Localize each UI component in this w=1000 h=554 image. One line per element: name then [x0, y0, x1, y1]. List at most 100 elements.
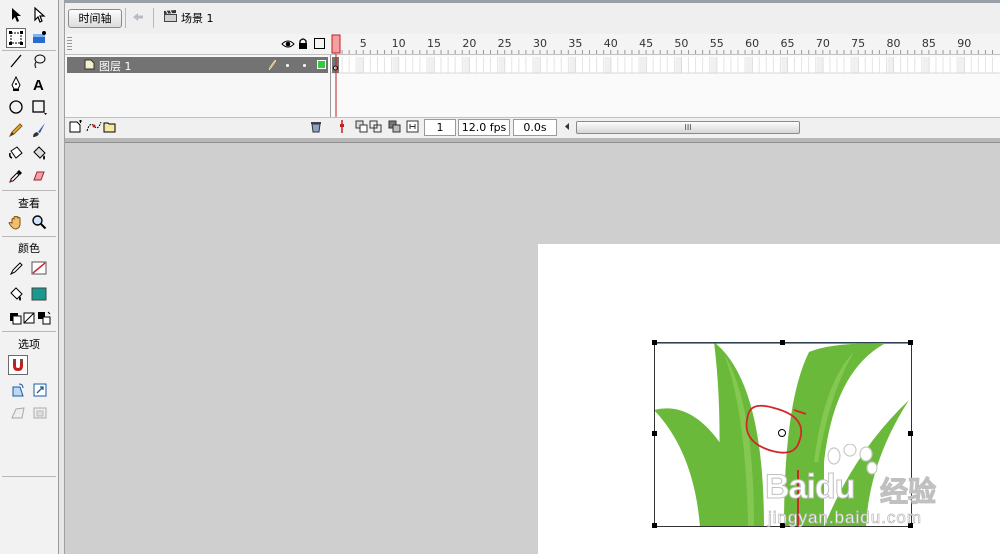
fill-color-swatch[interactable] [29, 284, 49, 304]
elapsed-time-field: 0.0s [513, 119, 557, 136]
toolbar-separator [125, 8, 126, 28]
back-arrow-icon[interactable] [130, 9, 146, 25]
ruler-label: 20 [462, 37, 476, 50]
watermark-url: jingyan.baidu.com [768, 508, 923, 528]
rotate-skew-icon[interactable] [8, 380, 28, 400]
zoom-tool-icon[interactable] [29, 212, 49, 232]
paint-bucket-tool-icon[interactable] [29, 143, 49, 163]
handle-middle-left[interactable] [652, 431, 657, 436]
delete-layer-trash-icon[interactable] [309, 120, 323, 133]
rectangle-tool-icon[interactable] [29, 97, 49, 117]
snap-to-objects-icon[interactable] [8, 355, 28, 375]
ruler-label: 45 [639, 37, 653, 50]
ruler-label: 85 [922, 37, 936, 50]
pen-tool-icon[interactable] [6, 74, 26, 94]
subselection-tool-icon[interactable] [29, 5, 49, 25]
view-section-label: 查看 [18, 197, 40, 210]
scale-icon[interactable] [30, 380, 50, 400]
stroke-color-swatch[interactable] [29, 258, 49, 278]
modify-onion-markers-icon[interactable] [406, 120, 419, 133]
frame-cell-shade [533, 57, 541, 73]
frames-grid[interactable] [331, 54, 1000, 117]
ruler-label: 60 [745, 37, 759, 50]
frame-cell-shade [746, 57, 753, 73]
ruler-label: 55 [710, 37, 724, 50]
ruler-label: 90 [957, 37, 971, 50]
ruler-label: 70 [816, 37, 830, 50]
eyedropper-tool-icon[interactable] [6, 166, 26, 186]
layer-name[interactable]: 图层 1 [99, 58, 132, 74]
ruler-label: 40 [604, 37, 618, 50]
ruler-label: 15 [427, 37, 441, 50]
onion-skin-icon[interactable] [355, 120, 368, 133]
stroke-color-pencil-icon [6, 258, 26, 278]
timeline-toggle-button[interactable]: 时间轴 [68, 9, 122, 28]
handle-top-center[interactable] [780, 340, 785, 345]
layer-lock-dot[interactable] [303, 64, 306, 67]
handle-top-left[interactable] [652, 340, 657, 345]
insert-layer-icon[interactable] [69, 120, 83, 133]
frame-cell-shade [463, 57, 470, 73]
center-frame-icon[interactable] [337, 120, 347, 133]
handle-top-right[interactable] [908, 340, 913, 345]
frame-cell-shade [922, 57, 929, 73]
scene-clapper-icon [164, 10, 177, 22]
ink-bottle-tool-icon[interactable] [6, 143, 26, 163]
swap-colors-icon[interactable] [34, 308, 54, 328]
frame-ruler[interactable]: 5 10 15 20 25 30 35 40 45 50 55 60 65 70 75 80 85 90 [331, 34, 1000, 54]
handle-middle-right[interactable] [908, 431, 913, 436]
text-tool-icon[interactable]: A [29, 74, 49, 94]
show-hide-eye-icon[interactable] [281, 38, 295, 50]
outline-mode-icon[interactable] [314, 38, 325, 49]
frame-cell-shade [781, 57, 788, 73]
gradient-transform-tool-icon[interactable] [29, 28, 49, 48]
eraser-tool-icon[interactable] [29, 166, 49, 186]
line-tool-icon[interactable] [6, 51, 26, 71]
add-motion-guide-icon[interactable] [86, 120, 102, 133]
scene-breadcrumb[interactable]: 场景 1 [181, 10, 214, 26]
frame-cell-shade [675, 57, 682, 73]
hand-tool-icon[interactable] [6, 212, 26, 232]
lock-icon[interactable] [298, 38, 308, 50]
oval-tool-icon[interactable] [6, 97, 26, 117]
watermark-suffix: 经验 [879, 475, 937, 509]
ruler-label: 25 [498, 37, 512, 50]
layer-visibility-dot[interactable] [286, 64, 289, 67]
layer-row[interactable]: 图层 1 [67, 57, 328, 73]
toolbar-separator-2 [153, 8, 154, 28]
edit-bar-top-edge [65, 0, 1000, 3]
timeline-gripper[interactable] [67, 37, 72, 51]
fill-color-bucket-icon [6, 284, 26, 304]
frame-cell-shade [392, 57, 399, 73]
current-frame-field[interactable]: 1 [424, 119, 456, 136]
frame-cell-shade [958, 57, 965, 73]
layer-edit-pencil-icon [267, 58, 277, 71]
scroll-left-arrow-icon[interactable] [563, 121, 571, 132]
frame-cell-shade [887, 57, 894, 73]
ruler-label: 50 [674, 37, 688, 50]
watermark-brand-bai: Bai [765, 468, 817, 507]
free-transform-tool-icon[interactable] [6, 28, 26, 48]
selection-tool-icon[interactable] [6, 5, 26, 25]
ruler-label: 80 [887, 37, 901, 50]
watermark-brand-du: du [814, 468, 856, 507]
toolbox: A 查看 颜色 选项 [0, 0, 59, 554]
layer-outline-color-swatch[interactable] [317, 60, 326, 69]
frame-cell-shade [640, 57, 647, 73]
pencil-tool-icon[interactable] [6, 120, 26, 140]
color-section-label: 颜色 [18, 242, 40, 255]
edit-multiple-frames-icon[interactable] [388, 120, 401, 133]
baidu-jingyan-watermark: Baidu 经验 jingyan.baidu.com [760, 440, 1000, 540]
brush-tool-icon[interactable] [29, 120, 49, 140]
insert-folder-icon[interactable] [103, 120, 117, 133]
lasso-tool-icon[interactable] [29, 51, 49, 71]
timeline-horizontal-scrollbar-thumb[interactable]: III [576, 121, 800, 134]
ruler-label: 30 [533, 37, 547, 50]
watermark-brand: Baidu [765, 468, 856, 507]
handle-bottom-left[interactable] [652, 523, 657, 528]
frame-cell-shade [710, 57, 717, 73]
onion-skin-outlines-icon[interactable] [369, 120, 382, 133]
ruler-label: 35 [568, 37, 582, 50]
frame-rate-field[interactable]: 12.0 fps [458, 119, 510, 136]
ruler-label: 5 [360, 37, 367, 50]
